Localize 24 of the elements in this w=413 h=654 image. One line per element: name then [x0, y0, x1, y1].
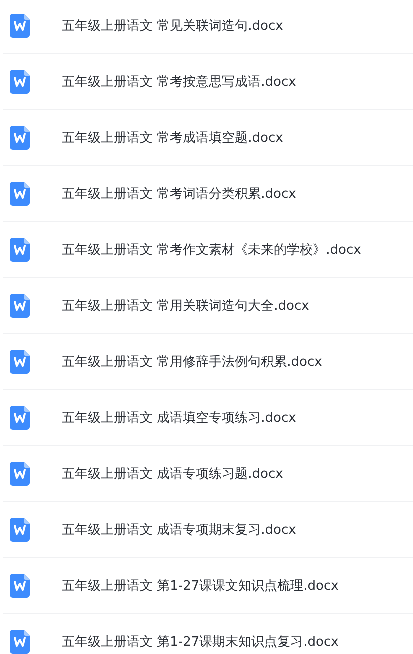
- file-name[interactable]: 五年级上册语文 常考成语填空题.docx: [62, 128, 284, 146]
- file-name[interactable]: 五年级上册语文 第1-27课期末知识点复习.docx: [62, 633, 339, 651]
- document-icon: [10, 70, 30, 94]
- file-name[interactable]: 五年级上册语文 常考词语分类积累.docx: [62, 184, 296, 202]
- document-icon: [10, 126, 30, 150]
- file-name[interactable]: 五年级上册语文 成语专项练习题.docx: [62, 464, 284, 482]
- file-name[interactable]: 五年级上册语文 常见关联词造句.docx: [62, 16, 284, 34]
- document-icon: [10, 406, 30, 430]
- document-icon: [10, 574, 30, 598]
- document-icon: [10, 294, 30, 318]
- document-icon: [10, 14, 30, 38]
- file-name[interactable]: 五年级上册语文 成语填空专项练习.docx: [62, 408, 296, 426]
- file-name[interactable]: 五年级上册语文 常用修辞手法例句积累.docx: [62, 352, 322, 370]
- document-icon: [10, 462, 30, 486]
- document-icon: [10, 238, 30, 262]
- file-name[interactable]: 五年级上册语文 成语专项期末复习.docx: [62, 520, 296, 538]
- document-icon: [10, 182, 30, 206]
- document-icon: [10, 518, 30, 542]
- file-name[interactable]: 五年级上册语文 常用关联词造句大全.docx: [62, 296, 310, 314]
- document-icon: [10, 350, 30, 374]
- file-name[interactable]: 五年级上册语文 常考作文素材《未来的学校》.docx: [62, 240, 362, 258]
- file-name[interactable]: 五年级上册语文 第1-27课课文知识点梳理.docx: [62, 576, 339, 594]
- file-name[interactable]: 五年级上册语文 常考按意思写成语.docx: [62, 72, 296, 90]
- document-icon: [10, 630, 30, 654]
